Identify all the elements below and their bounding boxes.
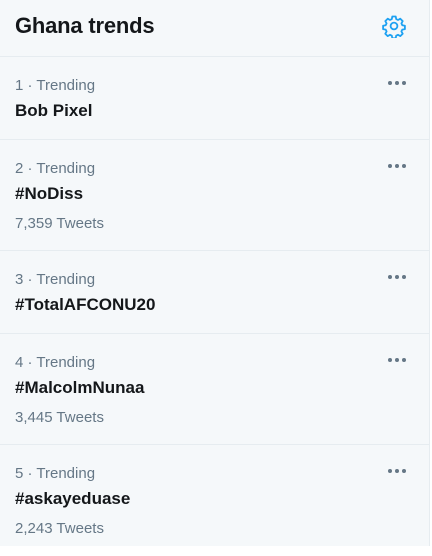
trend-name[interactable]: #askayeduase bbox=[15, 488, 130, 510]
gear-icon bbox=[382, 15, 406, 38]
trend-item[interactable]: 3 · Trending #TotalAFCONU20 bbox=[0, 251, 429, 334]
trend-name[interactable]: #MalcolmNunaa bbox=[15, 377, 144, 399]
trend-meta: 2 · Trending bbox=[15, 160, 96, 177]
trend-item[interactable]: 4 · Trending #MalcolmNunaa 3,445 Tweets bbox=[0, 334, 429, 445]
tweet-count: 7,359 Tweets bbox=[15, 215, 104, 232]
more-horizontal-icon bbox=[388, 164, 406, 168]
trend-item[interactable]: 2 · Trending #NoDiss 7,359 Tweets bbox=[0, 140, 429, 251]
more-horizontal-icon bbox=[388, 358, 406, 362]
trend-name[interactable]: Bob Pixel bbox=[15, 100, 92, 122]
trend-name[interactable]: #TotalAFCONU20 bbox=[15, 294, 155, 316]
more-button[interactable] bbox=[385, 73, 409, 93]
more-horizontal-icon bbox=[388, 469, 406, 473]
page-title: Ghana trends bbox=[15, 13, 155, 38]
more-button[interactable] bbox=[385, 156, 409, 176]
trend-meta: 4 · Trending bbox=[15, 354, 96, 371]
trend-item[interactable]: 5 · Trending #askayeduase 2,243 Tweets bbox=[0, 445, 429, 556]
trends-header: Ghana trends bbox=[0, 0, 429, 57]
trends-panel: Ghana trends 1 · Trending Bob Pixel 2 · … bbox=[0, 0, 430, 546]
more-horizontal-icon bbox=[388, 275, 406, 279]
trend-meta: 1 · Trending bbox=[15, 77, 96, 94]
more-horizontal-icon bbox=[388, 81, 406, 85]
trend-item[interactable]: 1 · Trending Bob Pixel bbox=[0, 57, 429, 140]
more-button[interactable] bbox=[385, 267, 409, 287]
more-button[interactable] bbox=[385, 350, 409, 370]
trend-name[interactable]: #NoDiss bbox=[15, 183, 83, 205]
more-button[interactable] bbox=[385, 461, 409, 481]
trend-meta: 3 · Trending bbox=[15, 271, 96, 288]
tweet-count: 2,243 Tweets bbox=[15, 520, 104, 537]
tweet-count: 3,445 Tweets bbox=[15, 409, 104, 426]
trend-meta: 5 · Trending bbox=[15, 465, 96, 482]
settings-button[interactable] bbox=[379, 11, 409, 41]
